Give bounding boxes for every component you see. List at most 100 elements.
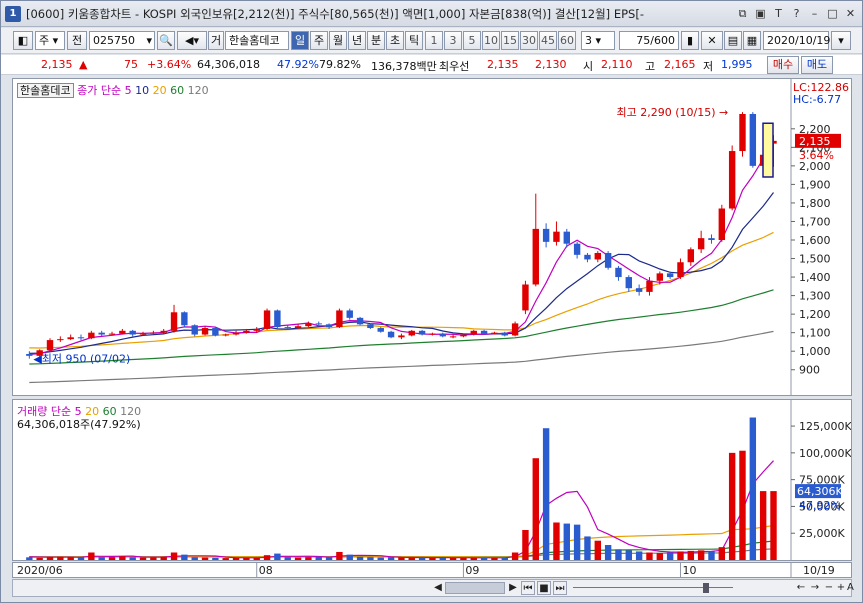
volume-bar	[57, 556, 64, 560]
zoom-out-icon[interactable]: −	[823, 581, 835, 595]
last-icon[interactable]: ⏭	[553, 581, 567, 595]
maximize-icon[interactable]: □	[825, 6, 840, 21]
candle-body	[532, 228, 539, 285]
candle-body	[697, 238, 705, 250]
x-axis-label: 08	[259, 564, 273, 577]
layout-icon[interactable]: ◧	[13, 31, 33, 50]
calendar-icon[interactable]: ▦	[743, 31, 761, 50]
volume-bar	[604, 545, 612, 560]
horizontal-scrollbar[interactable]: ◀ ▶ ⏮ ■ ⏭ ← → − + A	[12, 579, 854, 597]
minimize-icon[interactable]: –	[807, 6, 822, 21]
candle-body	[418, 330, 426, 335]
change-arrow: ▲	[79, 58, 88, 71]
text-size-icon[interactable]: A	[847, 581, 854, 595]
x-axis: 2020/06 08 09 10 10/19	[12, 562, 852, 578]
interval-button-10[interactable]: 10	[482, 31, 500, 50]
candle-body	[294, 326, 302, 329]
search-icon[interactable]: 🔍	[157, 31, 175, 50]
volume-tick-label: 100,000K	[799, 447, 851, 460]
period-tab-0[interactable]: 일	[291, 31, 309, 50]
candle-body	[305, 323, 312, 327]
count-select[interactable]: 3 ▾	[581, 31, 615, 50]
candle-body	[67, 337, 74, 340]
volume-bar	[511, 552, 519, 560]
current-price-tag-text: 2,135	[799, 135, 831, 148]
sell-button[interactable]: 매도	[801, 56, 833, 74]
ma5-line	[29, 144, 774, 355]
candle-body	[439, 333, 446, 337]
volume-bar	[491, 557, 498, 560]
interval-button-1[interactable]: 1	[425, 31, 443, 50]
sound-icon[interactable]: ◀▾	[177, 31, 207, 50]
scroll-right-icon[interactable]: ▶	[507, 581, 519, 595]
scroll-left-icon[interactable]: ◀	[433, 581, 443, 595]
candle-body	[491, 332, 498, 334]
period-tab-2[interactable]: 월	[329, 31, 347, 50]
price-panel[interactable]: 2,2002,1002,0001,9001,8001,7001,6001,500…	[12, 78, 852, 396]
save-icon[interactable]: ▤	[724, 31, 742, 50]
buy-button[interactable]: 매수	[767, 56, 799, 74]
interval-button-30[interactable]: 30	[520, 31, 538, 50]
candle-body	[377, 328, 384, 332]
date-input[interactable]: 2020/10/19	[763, 31, 830, 50]
market-select[interactable]: 주 ▾	[35, 31, 65, 50]
volume-bar	[139, 557, 147, 560]
zoom-slider[interactable]	[573, 587, 733, 588]
font-icon[interactable]: T	[771, 6, 786, 21]
app-badge-icon: 1	[5, 5, 21, 22]
all-button[interactable]: 전	[67, 31, 87, 50]
arrow-left-icon[interactable]: ←	[795, 581, 807, 595]
scroll-thumb[interactable]	[445, 582, 505, 594]
candle-body	[615, 267, 622, 278]
volume-bar	[377, 557, 384, 560]
bar-icon[interactable]: ▮	[681, 31, 699, 50]
candle-body	[263, 310, 271, 329]
title-bar: 1 [0600] 키움종합차트 - KOSPI 외국인보유[2,212(천)] …	[1, 1, 862, 27]
volume-bar	[77, 557, 85, 560]
chart-window: 1 [0600] 키움종합차트 - KOSPI 외국인보유[2,212(천)] …	[0, 0, 863, 603]
volume-bar	[253, 557, 260, 560]
volume-bar	[718, 547, 726, 560]
interval-button-5[interactable]: 5	[463, 31, 481, 50]
arrow-right-icon[interactable]: →	[809, 581, 821, 595]
candle-body	[160, 330, 167, 333]
period-tab-4[interactable]: 분	[367, 31, 385, 50]
period-tab-1[interactable]: 주	[310, 31, 328, 50]
low-value: 1,995	[721, 58, 753, 71]
stop-icon[interactable]: ■	[537, 581, 551, 595]
volume-panel[interactable]: 125,000K 100,000K 75,000K 50,000K 25,000K 64,…	[12, 399, 852, 561]
code-input[interactable]: 025750 ▾	[89, 31, 155, 50]
volume-bar	[666, 552, 674, 560]
range-field: 75/600	[619, 31, 679, 50]
volume-bar	[594, 540, 601, 560]
price-tick-label: 1,000	[799, 345, 831, 358]
copy-icon[interactable]: ▣	[753, 6, 768, 21]
volume-bar	[88, 552, 95, 560]
candle-body	[77, 337, 85, 339]
zoom-in-icon[interactable]: +	[835, 581, 847, 595]
volume-bar	[625, 550, 633, 560]
crosshair-icon[interactable]: ✕	[701, 31, 723, 50]
help-icon[interactable]: ?	[789, 6, 804, 21]
turnover-ratio: 79.82%	[319, 58, 361, 71]
close-icon[interactable]: ✕	[843, 6, 858, 21]
volume-bar	[677, 551, 684, 560]
volume-bar	[263, 555, 271, 560]
interval-button-60[interactable]: 60	[558, 31, 576, 50]
interval-button-15[interactable]: 15	[501, 31, 519, 50]
volume-bar	[532, 458, 539, 560]
volume-tick-label: 125,000K	[799, 420, 851, 433]
zoom-slider-handle[interactable]	[703, 583, 709, 593]
period-tab-3[interactable]: 년	[348, 31, 366, 50]
link-icon[interactable]: ⧉	[735, 6, 750, 21]
interval-button-3[interactable]: 3	[444, 31, 462, 50]
candle-body	[274, 310, 281, 328]
kind-button[interactable]: 거	[208, 31, 224, 50]
period-tab-5[interactable]: 초	[386, 31, 404, 50]
candle-body	[470, 330, 477, 335]
interval-button-45[interactable]: 45	[539, 31, 557, 50]
date-picker-icon[interactable]: ▾	[831, 31, 851, 50]
first-icon[interactable]: ⏮	[521, 581, 535, 595]
period-tab-6[interactable]: 틱	[405, 31, 423, 50]
change-percent: +3.64%	[147, 58, 192, 71]
